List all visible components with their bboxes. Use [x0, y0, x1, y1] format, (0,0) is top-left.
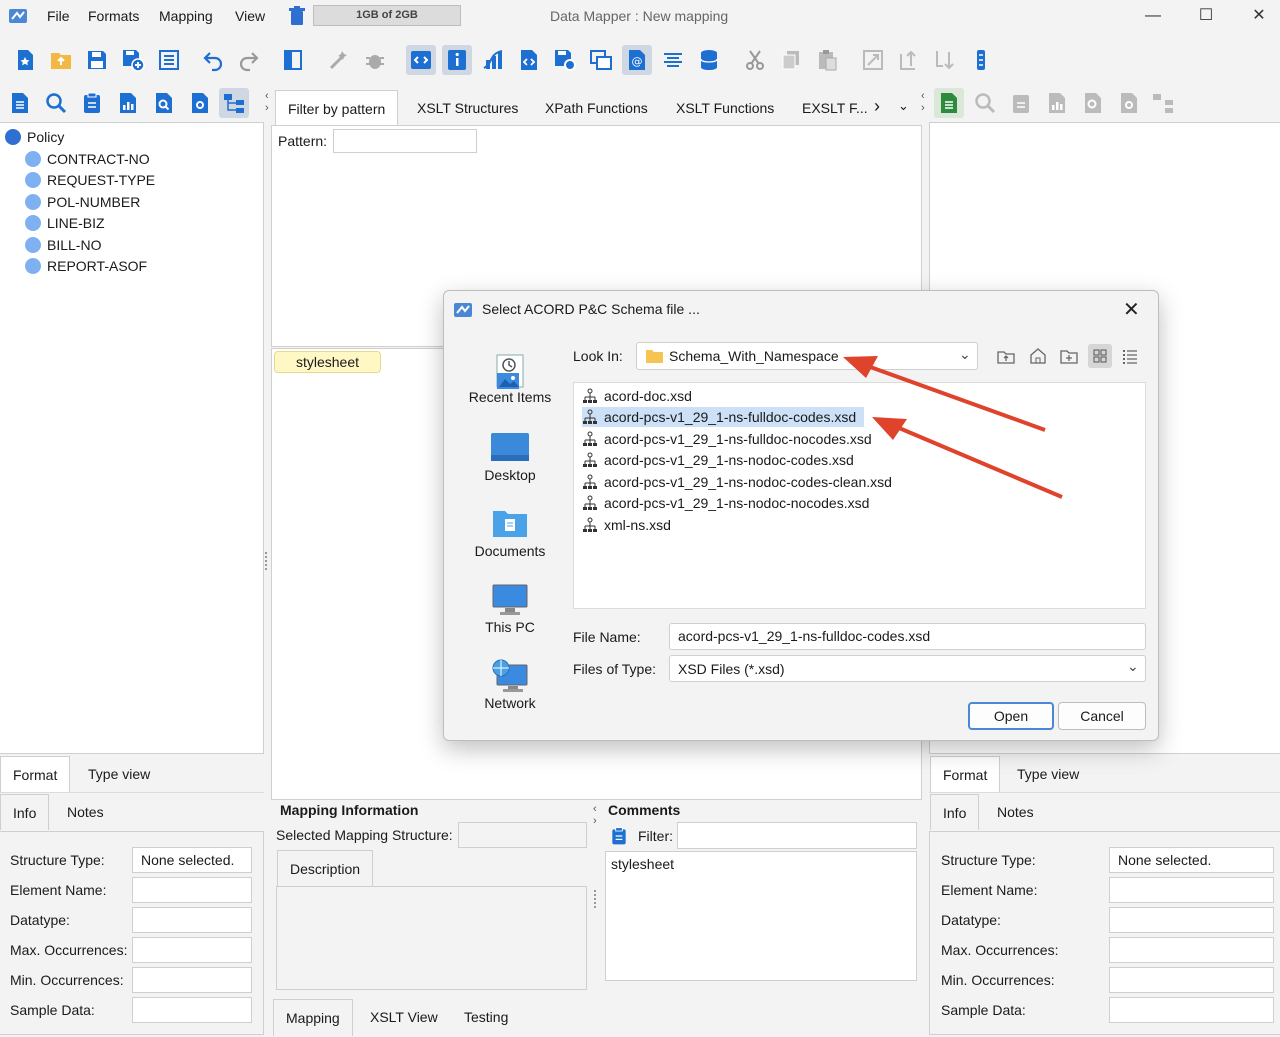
- annotation-arrow: [872, 417, 1063, 499]
- annotation-arrow: [843, 356, 1046, 432]
- annotation-arrows: [843, 356, 1063, 499]
